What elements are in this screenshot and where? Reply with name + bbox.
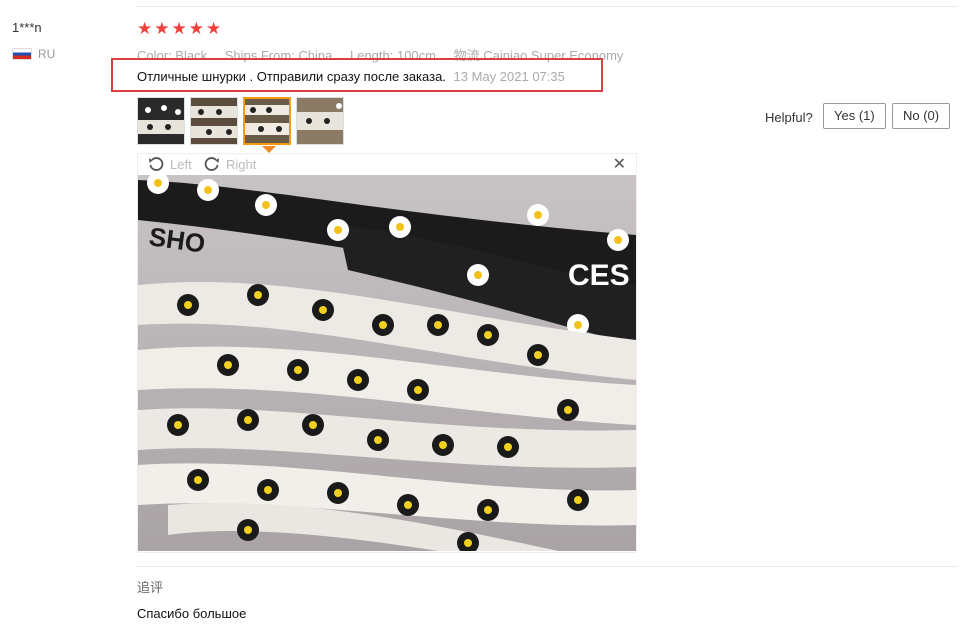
photo-thumbnail-4[interactable] [296,97,344,145]
review-photo: SHO CES [138,175,636,551]
helpful-label: Helpful? [765,110,813,125]
top-divider [137,6,957,7]
rotate-right-icon [204,157,219,171]
photo-thumbnail-1[interactable] [137,97,185,145]
rotate-right-label: Right [226,156,257,172]
close-viewer-icon[interactable]: ✕ [613,154,626,174]
selected-thumbnail-pointer [262,146,276,153]
reviewer-country: RU [12,47,55,61]
rotate-left-label: Left [170,156,192,172]
review-text: Отличные шнурки . Отправили сразу после … [137,69,446,84]
photo-thumbnails [137,97,344,145]
reviewer-name: 1***n [12,20,42,35]
followup-divider [137,566,957,567]
followup-text: Спасибо большое [137,606,247,621]
star-icon: ★ [154,19,170,38]
svg-text:CES: CES [568,259,630,292]
star-icon: ★ [137,19,153,38]
star-rating: ★ ★ ★ ★ ★ [137,20,221,38]
photo-thumbnail-3-selected[interactable] [243,97,291,145]
review-content: Отличные шнурки . Отправили сразу после … [137,69,565,84]
star-icon: ★ [206,19,222,38]
russia-flag-icon [12,48,32,60]
star-icon: ★ [188,19,204,38]
photo-thumbnail-2[interactable] [190,97,238,145]
helpful-yes-button[interactable]: Yes (1) [823,103,886,129]
followup-label: 追评 [137,580,164,595]
review-date: 13 May 2021 07:35 [453,69,565,84]
viewer-toolbar: Left Right ✕ [138,154,636,175]
rotate-right-button[interactable]: Right [204,156,256,172]
rotate-left-icon [149,157,164,171]
helpful-no-button[interactable]: No (0) [892,103,951,129]
rotate-left-button[interactable]: Left [148,156,192,172]
country-code: RU [38,47,56,61]
star-icon: ★ [171,19,187,38]
photo-viewer: Left Right ✕ SHO CES [137,153,637,553]
